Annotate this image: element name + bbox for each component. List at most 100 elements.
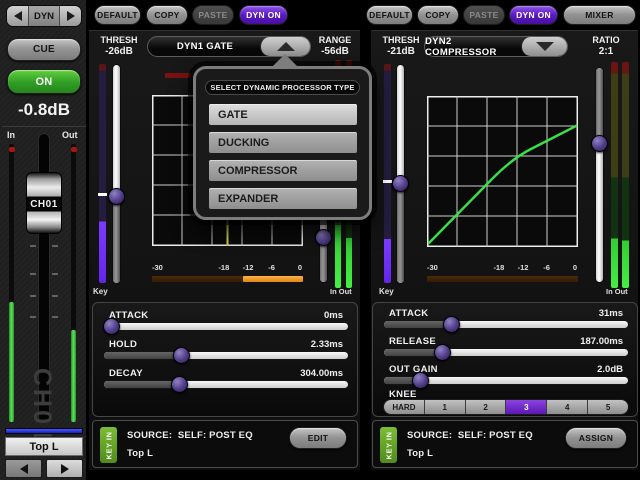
dynamics-screen: DYN CUE ON -0.8dB In Out CH01 CH01 Top L bbox=[0, 0, 640, 480]
dyn1-hold-knob[interactable] bbox=[173, 347, 190, 364]
in-meter-level bbox=[9, 302, 14, 422]
slider-fill bbox=[384, 321, 452, 328]
keyin-tab-label: KEY IN bbox=[384, 431, 393, 459]
knee-3-button[interactable]: 3 bbox=[506, 400, 547, 414]
dyn1-thresh-knob[interactable] bbox=[108, 188, 125, 205]
left-arrow-icon bbox=[20, 464, 28, 474]
dyn2-outgain-knob[interactable] bbox=[412, 372, 429, 389]
popup-callout-arrow-icon bbox=[272, 54, 298, 67]
channel-prev-button[interactable] bbox=[5, 459, 42, 478]
knee-5-button[interactable]: 5 bbox=[588, 400, 628, 414]
dyn2-keyin-source: SOURCE: SELF: POST EQ bbox=[407, 430, 533, 441]
nav-next-button[interactable] bbox=[60, 6, 81, 26]
scale-tick: -6 bbox=[543, 263, 550, 272]
popup-item-compressor[interactable]: COMPRESSOR bbox=[209, 160, 357, 181]
dyn1-decay-knob[interactable] bbox=[171, 376, 188, 393]
dyn2-meter-scale: -30 -18 -12 -6 0 bbox=[427, 263, 578, 273]
dyn1-on-button[interactable]: DYN ON bbox=[239, 5, 288, 25]
right-arrow-icon bbox=[67, 11, 75, 21]
dyn1-range-knob[interactable] bbox=[315, 229, 332, 246]
cue-button[interactable]: CUE bbox=[7, 38, 81, 61]
out-clip-indicator bbox=[71, 147, 77, 152]
fader-knob[interactable]: CH01 bbox=[26, 172, 62, 234]
dyn1-hold-slider[interactable] bbox=[103, 351, 349, 360]
range-label: RANGE bbox=[312, 35, 358, 46]
dyn2-in-meter bbox=[611, 62, 618, 288]
dyn2-keyin-box: KEY IN SOURCE: SELF: POST EQ Top L ASSIG… bbox=[372, 420, 638, 468]
fader-gain-readout: -0.8dB bbox=[0, 100, 88, 120]
processor-type-popup: SELECT DYNAMIC PROCESSOR TYPE GATE DUCKI… bbox=[193, 66, 372, 220]
dyn2-ratio-slider[interactable] bbox=[595, 67, 604, 283]
dyn2-key-meter bbox=[384, 64, 391, 283]
popup-item-gate[interactable]: GATE bbox=[209, 104, 357, 125]
dyn1-keyin-edit-button[interactable]: EDIT bbox=[289, 427, 347, 449]
dyn1-keyin-box: KEY IN SOURCE: SELF: POST EQ Top L EDIT bbox=[92, 420, 358, 468]
range-value: -56dB bbox=[312, 46, 358, 57]
scale-tick: -30 bbox=[427, 263, 438, 272]
dyn2-type-open-button[interactable] bbox=[521, 37, 567, 56]
dyn1-gr-meter bbox=[152, 276, 303, 282]
dyn1-thresh-fill bbox=[113, 196, 120, 283]
dyn1-attack-knob[interactable] bbox=[103, 318, 120, 335]
dyn2-thresh-slider[interactable] bbox=[396, 64, 405, 284]
channel-name-plate: Top L bbox=[5, 437, 83, 456]
thresh-label: THRESH bbox=[92, 35, 146, 46]
on-button[interactable]: ON bbox=[7, 69, 81, 94]
knee-4-button[interactable]: 4 bbox=[547, 400, 588, 414]
slider-fill bbox=[104, 381, 180, 388]
mixer-button[interactable]: MIXER bbox=[563, 5, 636, 25]
dyn1-keyin-source: SOURCE: SELF: POST EQ bbox=[127, 430, 253, 441]
dyn1-attack-slider[interactable] bbox=[103, 322, 349, 331]
scale-tick: -12 bbox=[518, 263, 529, 272]
scale-tick: -18 bbox=[493, 263, 504, 272]
knee-hard-button[interactable]: HARD bbox=[384, 400, 425, 414]
attack-label: ATTACK bbox=[389, 308, 428, 319]
nav-prev-button[interactable] bbox=[7, 6, 28, 26]
dyn2-copy-button[interactable]: COPY bbox=[417, 5, 459, 25]
fader-tick bbox=[30, 295, 36, 297]
dyn2-keyin-assign-button[interactable]: ASSIGN bbox=[565, 427, 627, 449]
fader-tick bbox=[52, 245, 58, 247]
dyn2-ratio-knob[interactable] bbox=[591, 135, 608, 152]
dyn2-attack-slider[interactable] bbox=[383, 320, 629, 329]
right-arrow-icon bbox=[61, 464, 69, 474]
dyn1-key-threshold-marker bbox=[98, 193, 107, 196]
dyn2-thresh-knob[interactable] bbox=[392, 175, 409, 192]
scale-tick: -6 bbox=[268, 263, 275, 272]
dyn2-type-selector[interactable]: DYN2 COMPRESSOR bbox=[424, 36, 568, 57]
outgain-value: 2.0dB bbox=[597, 364, 623, 375]
dyn2-default-button[interactable]: DEFAULT bbox=[366, 5, 413, 25]
nav-view-label: DYN bbox=[28, 6, 60, 26]
in-clip-indicator bbox=[9, 147, 15, 152]
channel-next-button[interactable] bbox=[46, 459, 83, 478]
dyn2-key-threshold-marker bbox=[383, 180, 392, 183]
dyn2-on-button[interactable]: DYN ON bbox=[509, 5, 558, 25]
dyn2-type-label: DYN2 COMPRESSOR bbox=[425, 37, 523, 56]
decay-value: 304.00ms bbox=[300, 368, 343, 379]
dyn2-release-knob[interactable] bbox=[434, 344, 451, 361]
release-label: RELEASE bbox=[389, 336, 436, 347]
dyn1-copy-button[interactable]: COPY bbox=[146, 5, 188, 25]
popup-item-ducking[interactable]: DUCKING bbox=[209, 132, 357, 153]
dyn1-type-label: DYN1 GATE bbox=[148, 37, 262, 56]
dyn2-attack-knob[interactable] bbox=[443, 316, 460, 333]
dyn2-paste-button[interactable]: PASTE bbox=[463, 5, 505, 25]
dyn1-range-readout: RANGE -56dB bbox=[312, 35, 358, 57]
dyn1-paste-button[interactable]: PASTE bbox=[192, 5, 234, 25]
popup-item-expander[interactable]: EXPANDER bbox=[209, 188, 357, 209]
popup-title: SELECT DYNAMIC PROCESSOR TYPE bbox=[205, 80, 360, 95]
down-arrow-icon bbox=[536, 42, 554, 51]
knee-1-button[interactable]: 1 bbox=[425, 400, 466, 414]
dyn2-release-slider[interactable] bbox=[383, 348, 629, 357]
knee-selector: HARD 1 2 3 4 5 bbox=[383, 399, 629, 415]
dyn1-decay-slider[interactable] bbox=[103, 380, 349, 389]
out-meter-label: Out bbox=[62, 130, 78, 140]
dyn2-outgain-slider[interactable] bbox=[383, 376, 629, 385]
knee-2-button[interactable]: 2 bbox=[466, 400, 507, 414]
dyn1-default-button[interactable]: DEFAULT bbox=[94, 5, 141, 25]
fader-tick bbox=[52, 295, 58, 297]
attack-value: 31ms bbox=[599, 308, 623, 319]
dyn1-gr-indicator bbox=[165, 73, 191, 78]
dyn1-thresh-slider[interactable] bbox=[112, 64, 121, 284]
dyn2-compressor-curve bbox=[429, 126, 576, 243]
